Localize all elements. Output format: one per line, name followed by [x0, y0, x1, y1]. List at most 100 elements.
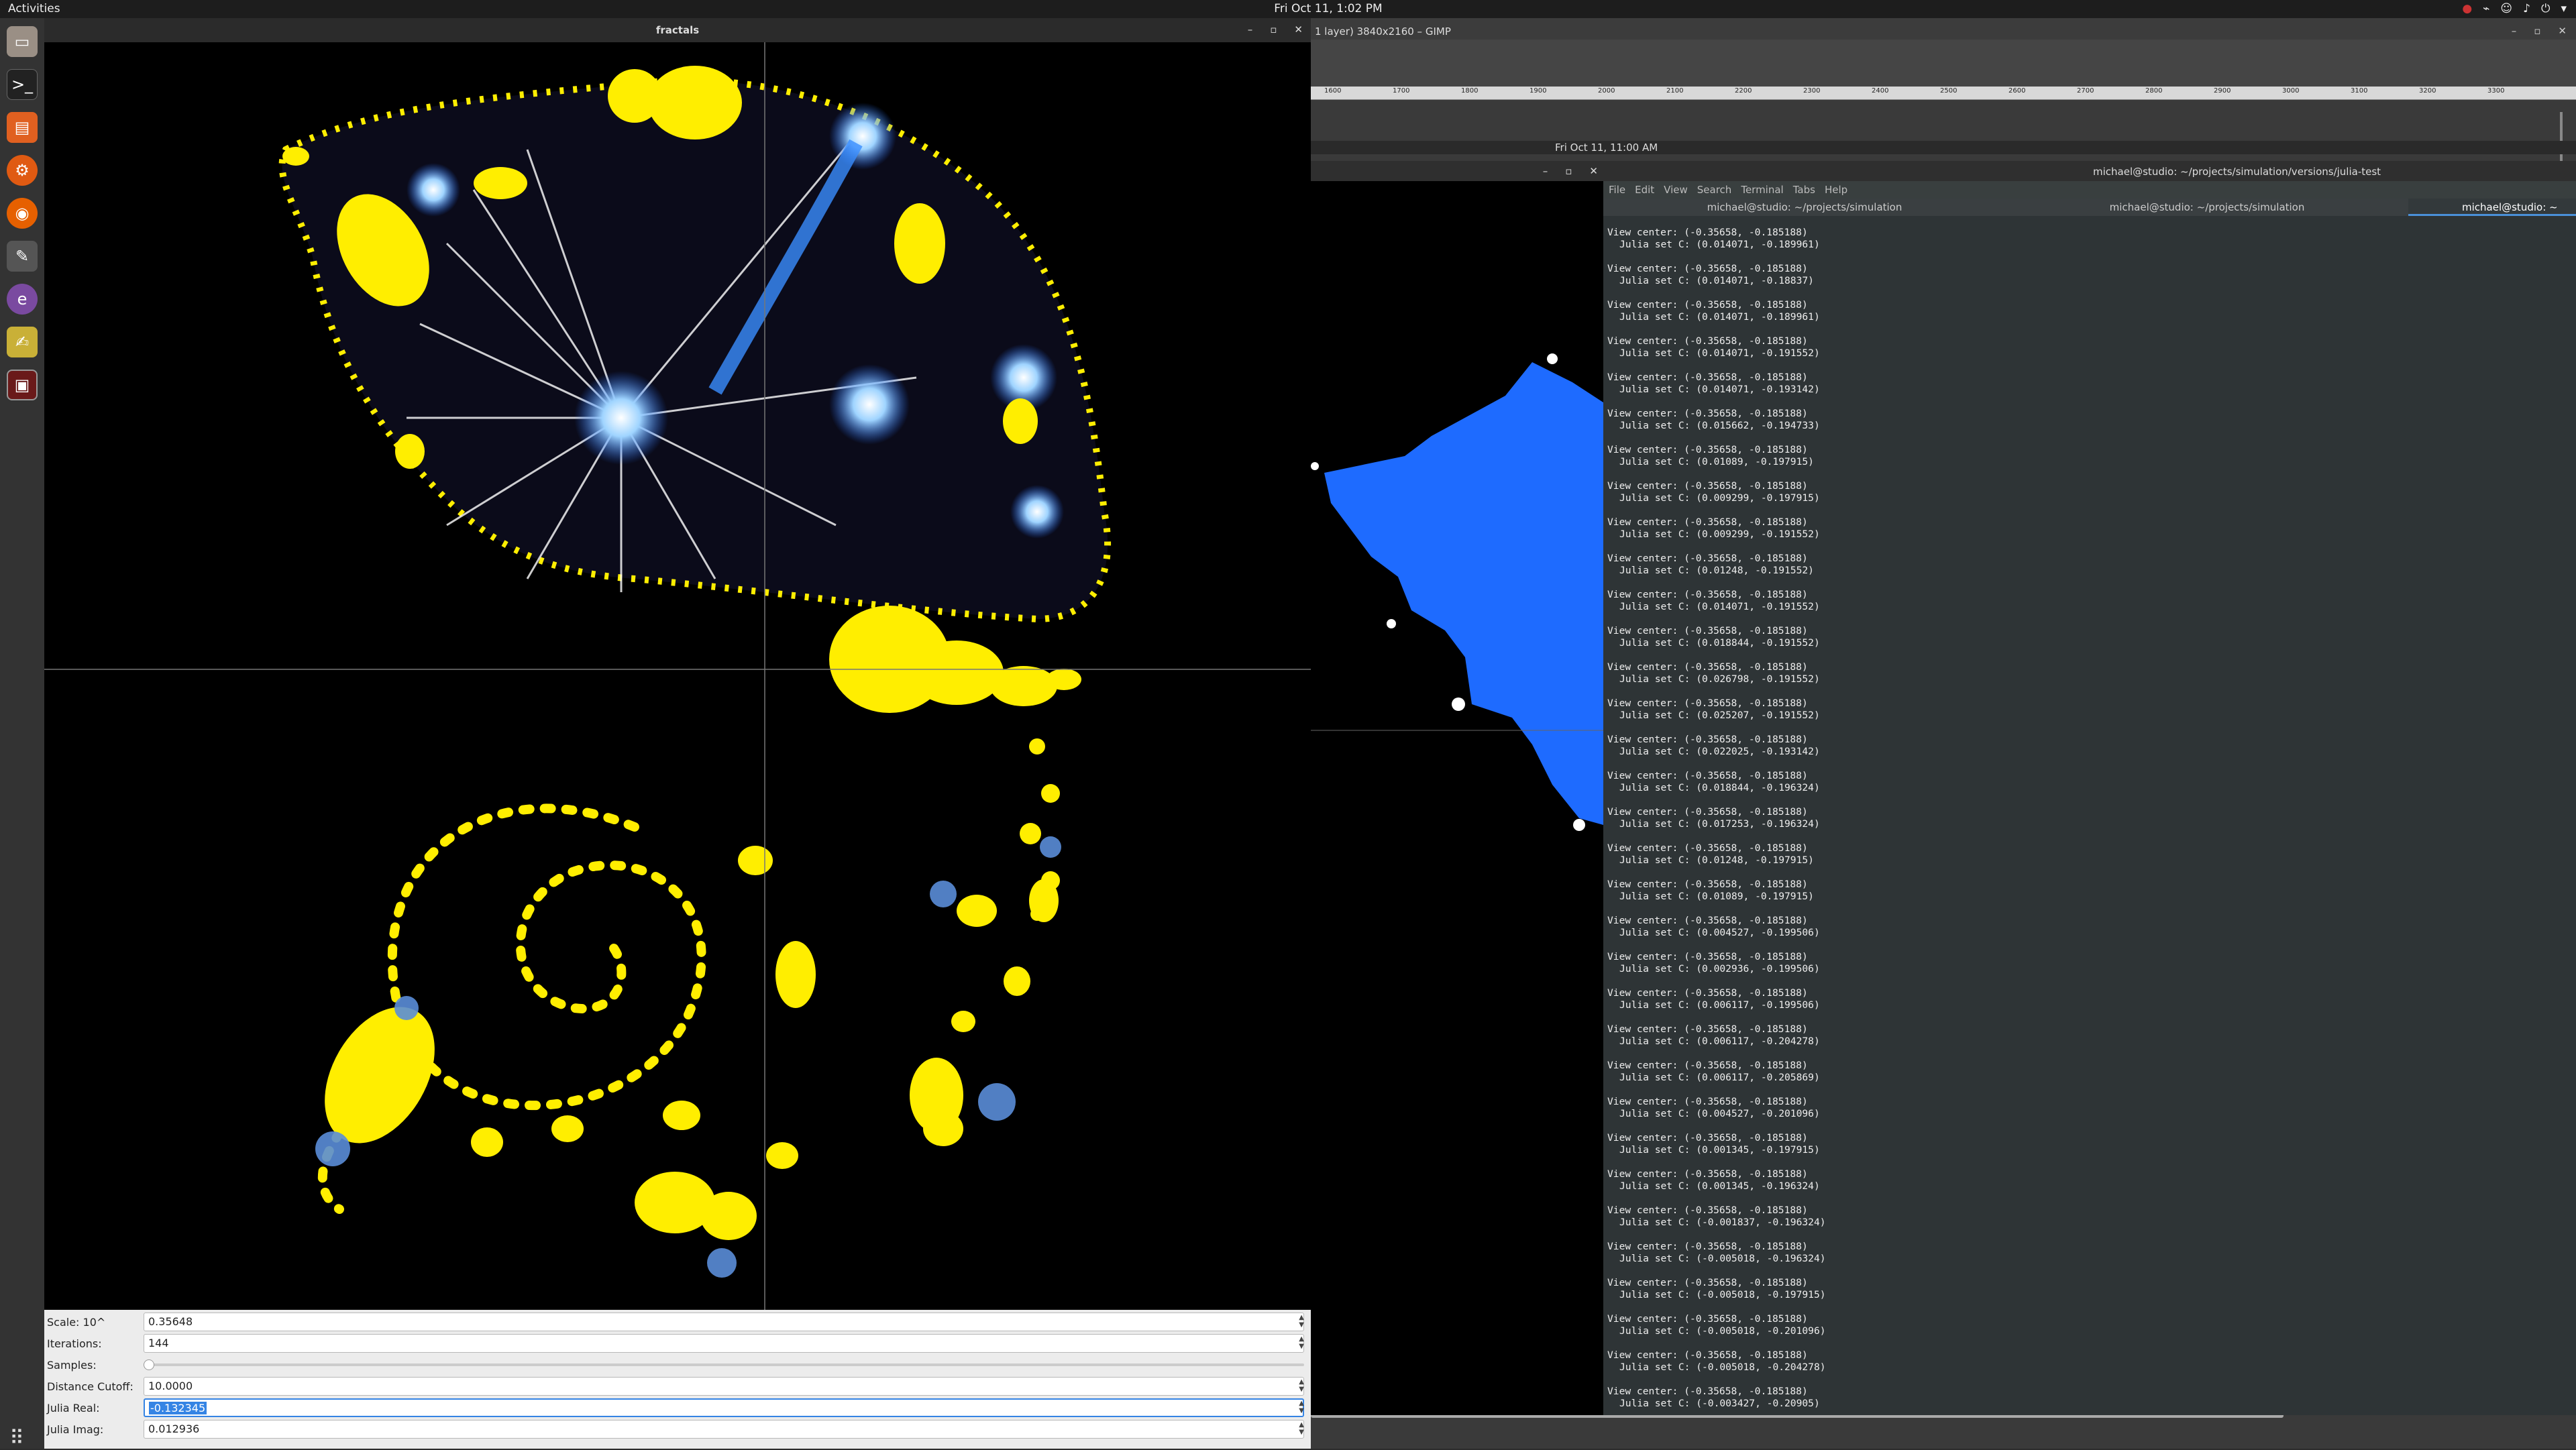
- terminal-tab-3[interactable]: michael@studio: ~: [2408, 199, 2576, 216]
- view-center-line: View center: (-0.35658, -0.185188): [1607, 372, 1808, 383]
- accessibility-icon[interactable]: ☺: [2500, 2, 2512, 15]
- view-center-line: View center: (-0.35658, -0.185188): [1607, 589, 1808, 600]
- view-center-line: View center: (-0.35658, -0.185188): [1607, 444, 1808, 455]
- terminal-entry: View center: (-0.35658, -0.185188) Julia …: [1607, 372, 2533, 408]
- power-icon[interactable]: ⏻: [2541, 2, 2550, 15]
- iterations-spinner[interactable]: ▲ ▼: [1299, 1335, 1304, 1350]
- distance-spinner[interactable]: ▲ ▼: [1299, 1378, 1304, 1393]
- julia-real-input[interactable]: -0.132345: [144, 1398, 1304, 1417]
- julia-imag-value: 0.012936: [148, 1423, 200, 1435]
- terminal-entry: View center: (-0.35658, -0.185188) Julia …: [1607, 1349, 2533, 1386]
- julia-set-image: [44, 42, 1311, 1310]
- ruler-tick: 2800: [2145, 87, 2163, 95]
- ruler-tick: 1600: [1324, 87, 1342, 95]
- distance-value: 10.0000: [148, 1380, 193, 1392]
- terminal-tab-2[interactable]: michael@studio: ~/projects/simulation: [2006, 199, 2408, 216]
- menu-help[interactable]: Help: [1825, 184, 1847, 196]
- gimp-title: 1 layer) 3840x2160 – GIMP: [1315, 25, 1451, 38]
- minimize-icon[interactable]: –: [1248, 23, 1253, 36]
- volume-icon[interactable]: ♪: [2523, 2, 2530, 15]
- julia-set-line: Julia set C: (0.022025, -0.193142): [1619, 746, 1820, 757]
- files-icon[interactable]: ▭: [7, 26, 38, 57]
- chevron-down-icon[interactable]: ▾: [2561, 2, 2567, 15]
- julia-set-line: Julia set C: (-0.005018, -0.197915): [1619, 1289, 1826, 1300]
- close-icon[interactable]: ✕: [1294, 23, 1303, 36]
- julia-set-line: Julia set C: (0.01089, -0.197915): [1619, 891, 1814, 902]
- julia-set-line: Julia set C: (0.004527, -0.199506): [1619, 927, 1820, 938]
- wifi-icon[interactable]: ⌁: [2483, 2, 2489, 15]
- julia-set-line: Julia set C: (0.018844, -0.191552): [1619, 637, 1820, 649]
- terminal-entry: View center: (-0.35658, -0.185188) Julia …: [1607, 698, 2533, 734]
- show-applications-icon[interactable]: ⠿: [9, 1427, 24, 1450]
- julia-imag-spinner[interactable]: ▲ ▼: [1299, 1421, 1304, 1436]
- view-center-line: View center: (-0.35658, -0.185188): [1607, 1241, 1808, 1252]
- maximize-icon[interactable]: ▫: [1565, 165, 1572, 177]
- ruler-tick: 2600: [2008, 87, 2026, 95]
- terminal-entry: View center: (-0.35658, -0.185188) Julia …: [1607, 1205, 2533, 1241]
- close-icon[interactable]: ✕: [2558, 25, 2567, 37]
- scale-spinner[interactable]: ▲ ▼: [1299, 1314, 1304, 1329]
- julia-set-line: Julia set C: (0.006117, -0.205869): [1619, 1072, 1820, 1083]
- scale-input[interactable]: 0.35648: [144, 1313, 1304, 1331]
- view-center-line: View center: (-0.35658, -0.185188): [1607, 879, 1808, 890]
- document-viewer-icon[interactable]: ▤: [7, 112, 38, 143]
- samples-slider-handle[interactable]: [144, 1359, 154, 1370]
- terminal-window: michael@studio: ~/projects/simulation/ve…: [1603, 161, 2576, 1415]
- menu-search[interactable]: Search: [1697, 184, 1732, 196]
- distance-label: Distance Cutoff:: [47, 1380, 133, 1393]
- julia-set-line: Julia set C: (0.014071, -0.191552): [1619, 601, 1820, 612]
- julia-set-line: Julia set C: (0.001345, -0.196324): [1619, 1180, 1820, 1192]
- julia-imag-input[interactable]: 0.012936: [144, 1420, 1304, 1439]
- text-editor-icon[interactable]: ✍: [7, 327, 38, 357]
- minimize-icon[interactable]: –: [2512, 25, 2517, 37]
- ruler-tick: 2900: [2214, 87, 2231, 95]
- ruler-tick: 1800: [1461, 87, 1479, 95]
- ubuntu-software-icon[interactable]: ⚙: [7, 155, 38, 186]
- menu-file[interactable]: File: [1609, 184, 1625, 196]
- julia-real-spinner[interactable]: ▲ ▼: [1299, 1400, 1304, 1414]
- emacs-icon[interactable]: e: [7, 284, 38, 315]
- clock[interactable]: Fri Oct 11, 1:02 PM: [1261, 2, 1395, 15]
- firefox-icon[interactable]: ◉: [7, 198, 38, 229]
- terminal-entry: View center: (-0.35658, -0.185188) Julia …: [1607, 299, 2533, 335]
- inner-clock: Fri Oct 11, 11:00 AM: [1555, 142, 1658, 154]
- fractal-controls: Scale: 10^ 0.35648 ▲ ▼ Iterations: 144 ▲ ▼…: [44, 1310, 1311, 1449]
- network-icon[interactable]: ●: [2462, 2, 2472, 15]
- samples-slider[interactable]: [144, 1363, 1304, 1366]
- view-center-line: View center: (-0.35658, -0.185188): [1607, 553, 1808, 564]
- terminal-icon[interactable]: >_: [7, 69, 38, 100]
- distance-input[interactable]: 10.0000: [144, 1377, 1304, 1396]
- menu-tabs[interactable]: Tabs: [1793, 184, 1815, 196]
- iterations-input[interactable]: 144: [144, 1334, 1304, 1353]
- view-center-line: View center: (-0.35658, -0.185188): [1607, 408, 1808, 419]
- scale-value: 0.35648: [148, 1315, 193, 1328]
- activities-button[interactable]: Activities: [8, 2, 60, 15]
- terminal-output[interactable]: View center: (-0.35658, -0.185188) Julia …: [1607, 227, 2533, 1422]
- system-tray[interactable]: ● ⌁ ☺ ♪ ⏻ ▾: [2462, 2, 2567, 15]
- minimize-icon[interactable]: –: [1543, 165, 1548, 177]
- maximize-icon[interactable]: ▫: [2534, 25, 2540, 37]
- menu-terminal[interactable]: Terminal: [1741, 184, 1783, 196]
- fractal-canvas[interactable]: [44, 42, 1311, 1310]
- terminal-entry: View center: (-0.35658, -0.185188) Julia …: [1607, 589, 2533, 625]
- fractals-app-icon[interactable]: ▣: [7, 370, 38, 400]
- ruler-tick: 2400: [1872, 87, 1889, 95]
- close-icon[interactable]: ✕: [1589, 165, 1598, 177]
- menu-edit[interactable]: Edit: [1635, 184, 1654, 196]
- julia-set-line: Julia set C: (0.01248, -0.197915): [1619, 854, 1814, 866]
- terminal-entry: View center: (-0.35658, -0.185188) Julia …: [1607, 915, 2533, 951]
- terminal-tab-1[interactable]: michael@studio: ~/projects/simulation: [1603, 199, 2006, 216]
- ruler-tick: 3000: [2282, 87, 2300, 95]
- dock: ▭ >_ ▤ ⚙ ◉ ✎ e ✍ ▣ ⠿: [0, 18, 44, 1450]
- gimp-icon[interactable]: ✎: [7, 241, 38, 272]
- terminal-title-bar: michael@studio: ~/projects/simulation/ve…: [1603, 161, 2576, 181]
- view-center-line: View center: (-0.35658, -0.185188): [1607, 842, 1808, 854]
- julia-set-line: Julia set C: (0.025207, -0.191552): [1619, 710, 1820, 721]
- view-center-line: View center: (-0.35658, -0.185188): [1607, 335, 1808, 347]
- menu-view[interactable]: View: [1664, 184, 1688, 196]
- ruler-tick: 1900: [1529, 87, 1547, 95]
- julia-set-line: Julia set C: (0.006117, -0.204278): [1619, 1036, 1820, 1047]
- maximize-icon[interactable]: ▫: [1270, 23, 1277, 36]
- julia-real-row: Julia Real: -0.132345 ▲ ▼: [44, 1397, 1311, 1418]
- view-center-line: View center: (-0.35658, -0.185188): [1607, 227, 1808, 238]
